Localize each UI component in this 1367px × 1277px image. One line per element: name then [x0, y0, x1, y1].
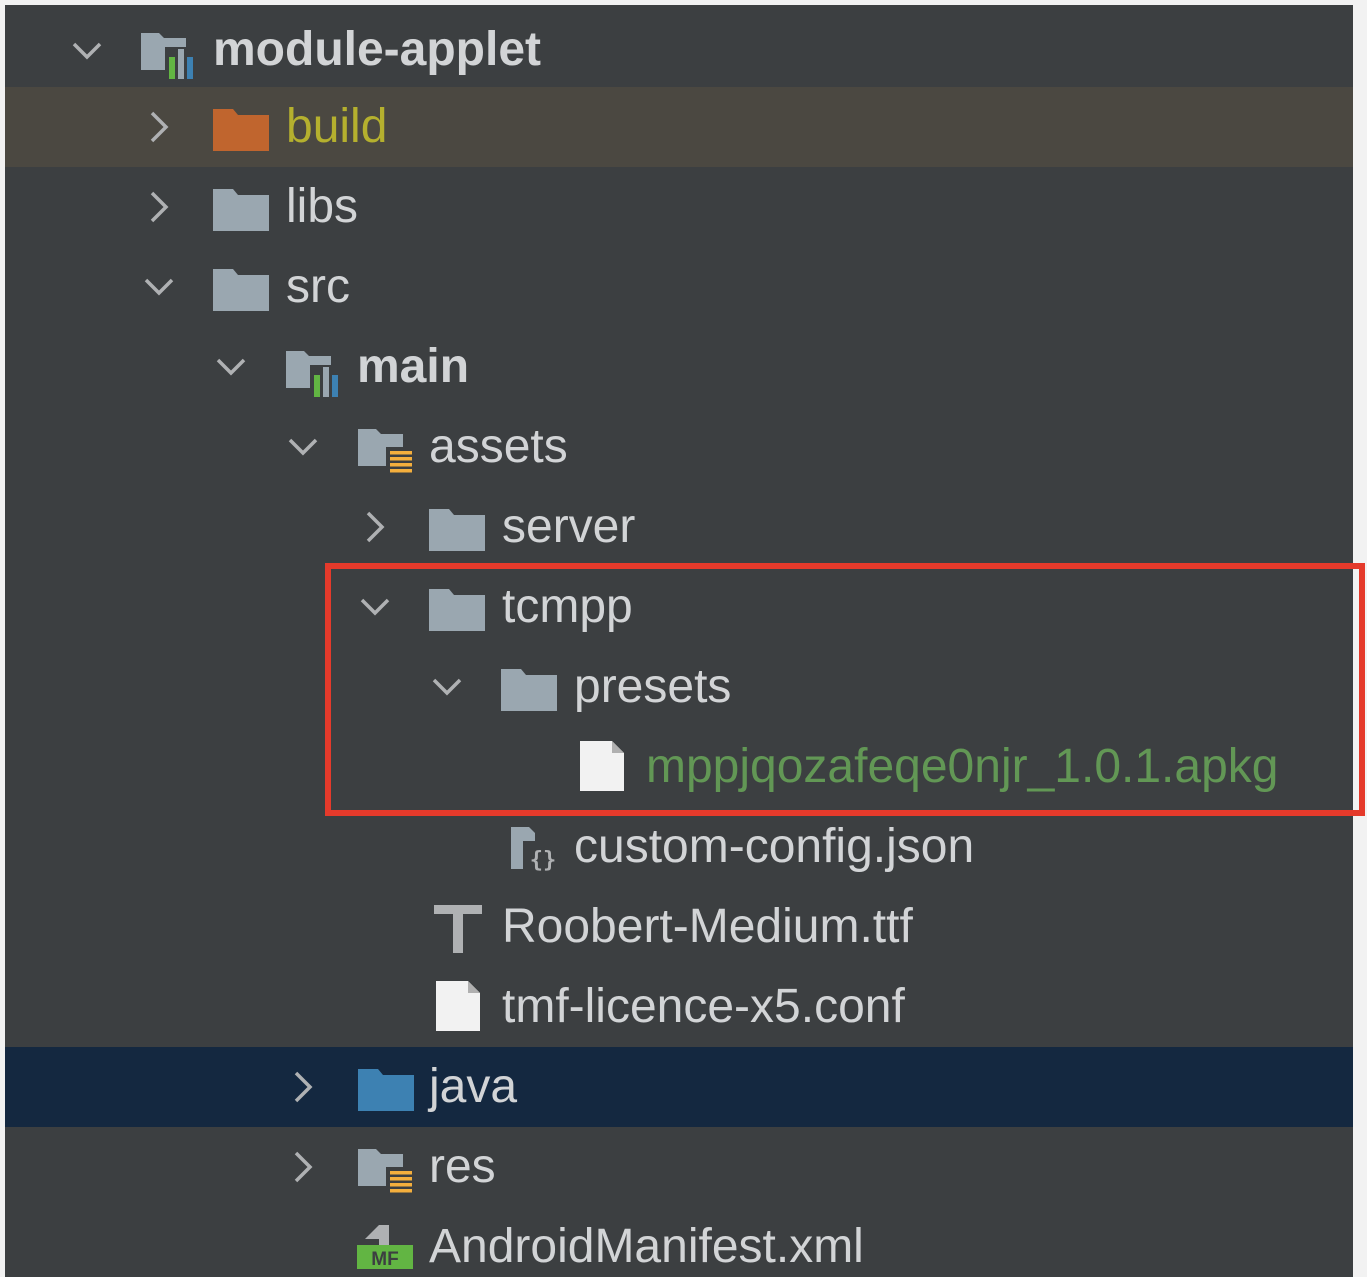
tree-node-presets[interactable]: presets [5, 647, 1353, 727]
font-file-icon [428, 903, 488, 953]
file-icon [428, 981, 488, 1031]
tree-node-licence-file[interactable]: tmf-licence-x5.conf [5, 967, 1353, 1047]
module-folder-icon [284, 347, 344, 397]
resource-folder-icon [356, 425, 416, 475]
tree-node-src[interactable]: src [5, 247, 1353, 327]
tree-node-label: src [286, 260, 350, 313]
chevron-down-icon[interactable] [214, 347, 248, 387]
chevron-right-icon[interactable] [358, 507, 392, 547]
tree-node-assets[interactable]: assets [5, 407, 1353, 487]
folder-icon [427, 505, 487, 555]
tree-node-android-manifest[interactable]: MF AndroidManifest.xml [5, 1207, 1353, 1277]
tree-node-label: tcmpp [502, 580, 633, 633]
folder-icon [211, 185, 271, 235]
chevron-down-icon[interactable] [358, 587, 392, 627]
tree-node-label: libs [286, 180, 359, 233]
tree-node-apkg-file[interactable]: mppjqozafeqe0njr_1.0.1.apkg [5, 727, 1353, 807]
resource-folder-icon [356, 1145, 416, 1195]
tree-node-label: Roobert-Medium.ttf [502, 900, 913, 953]
tree-node-build[interactable]: build [5, 87, 1353, 167]
tree-node-label: AndroidManifest.xml [429, 1220, 864, 1273]
chevron-right-icon[interactable] [286, 1067, 320, 1107]
tree-node-label: mppjqozafeqe0njr_1.0.1.apkg [646, 740, 1279, 793]
tree-node-tcmpp[interactable]: tcmpp [5, 567, 1353, 647]
tree-node-label: custom-config.json [574, 820, 975, 873]
file-icon [572, 741, 632, 791]
chevron-right-icon[interactable] [286, 1147, 320, 1187]
chevron-down-icon[interactable] [430, 667, 464, 707]
tree-node-label: java [429, 1060, 518, 1113]
chevron-down-icon[interactable] [142, 267, 176, 307]
folder-icon [499, 665, 559, 715]
tree-node-main[interactable]: main [5, 327, 1353, 407]
source-folder-icon [356, 1065, 416, 1115]
tree-node-res[interactable]: res [5, 1127, 1353, 1207]
manifest-file-icon: MF [355, 1219, 415, 1269]
chevron-right-icon[interactable] [142, 107, 176, 147]
svg-text:MF: MF [371, 1249, 398, 1269]
tree-node-label: main [357, 340, 470, 393]
tree-node-module-applet[interactable]: module-applet [5, 10, 1353, 90]
tree-node-label: presets [574, 660, 732, 713]
tree-node-label: tmf-licence-x5.conf [502, 980, 905, 1033]
chevron-down-icon[interactable] [70, 31, 104, 71]
tree-node-label: module-applet [213, 23, 542, 76]
folder-icon [427, 585, 487, 635]
chevron-right-icon[interactable] [142, 187, 176, 227]
excluded-folder-icon [211, 105, 271, 155]
tree-node-label: server [502, 500, 636, 553]
tree-node-server[interactable]: server [5, 487, 1353, 567]
json-file-icon: {} [503, 823, 563, 873]
module-folder-icon [139, 29, 199, 79]
project-tree-panel: module-applet build libs src main assets… [5, 5, 1353, 1277]
tree-node-java[interactable]: java [5, 1047, 1353, 1127]
chevron-down-icon[interactable] [286, 427, 320, 467]
tree-node-label: res [429, 1140, 496, 1193]
tree-node-label: assets [429, 420, 568, 473]
tree-node-libs[interactable]: libs [5, 167, 1353, 247]
tree-node-font-file[interactable]: Roobert-Medium.ttf [5, 887, 1353, 967]
folder-icon [211, 265, 271, 315]
tree-node-custom-config-json[interactable]: {} custom-config.json [5, 807, 1353, 887]
svg-text:{}: {} [530, 848, 557, 873]
tree-node-label: build [286, 100, 388, 153]
